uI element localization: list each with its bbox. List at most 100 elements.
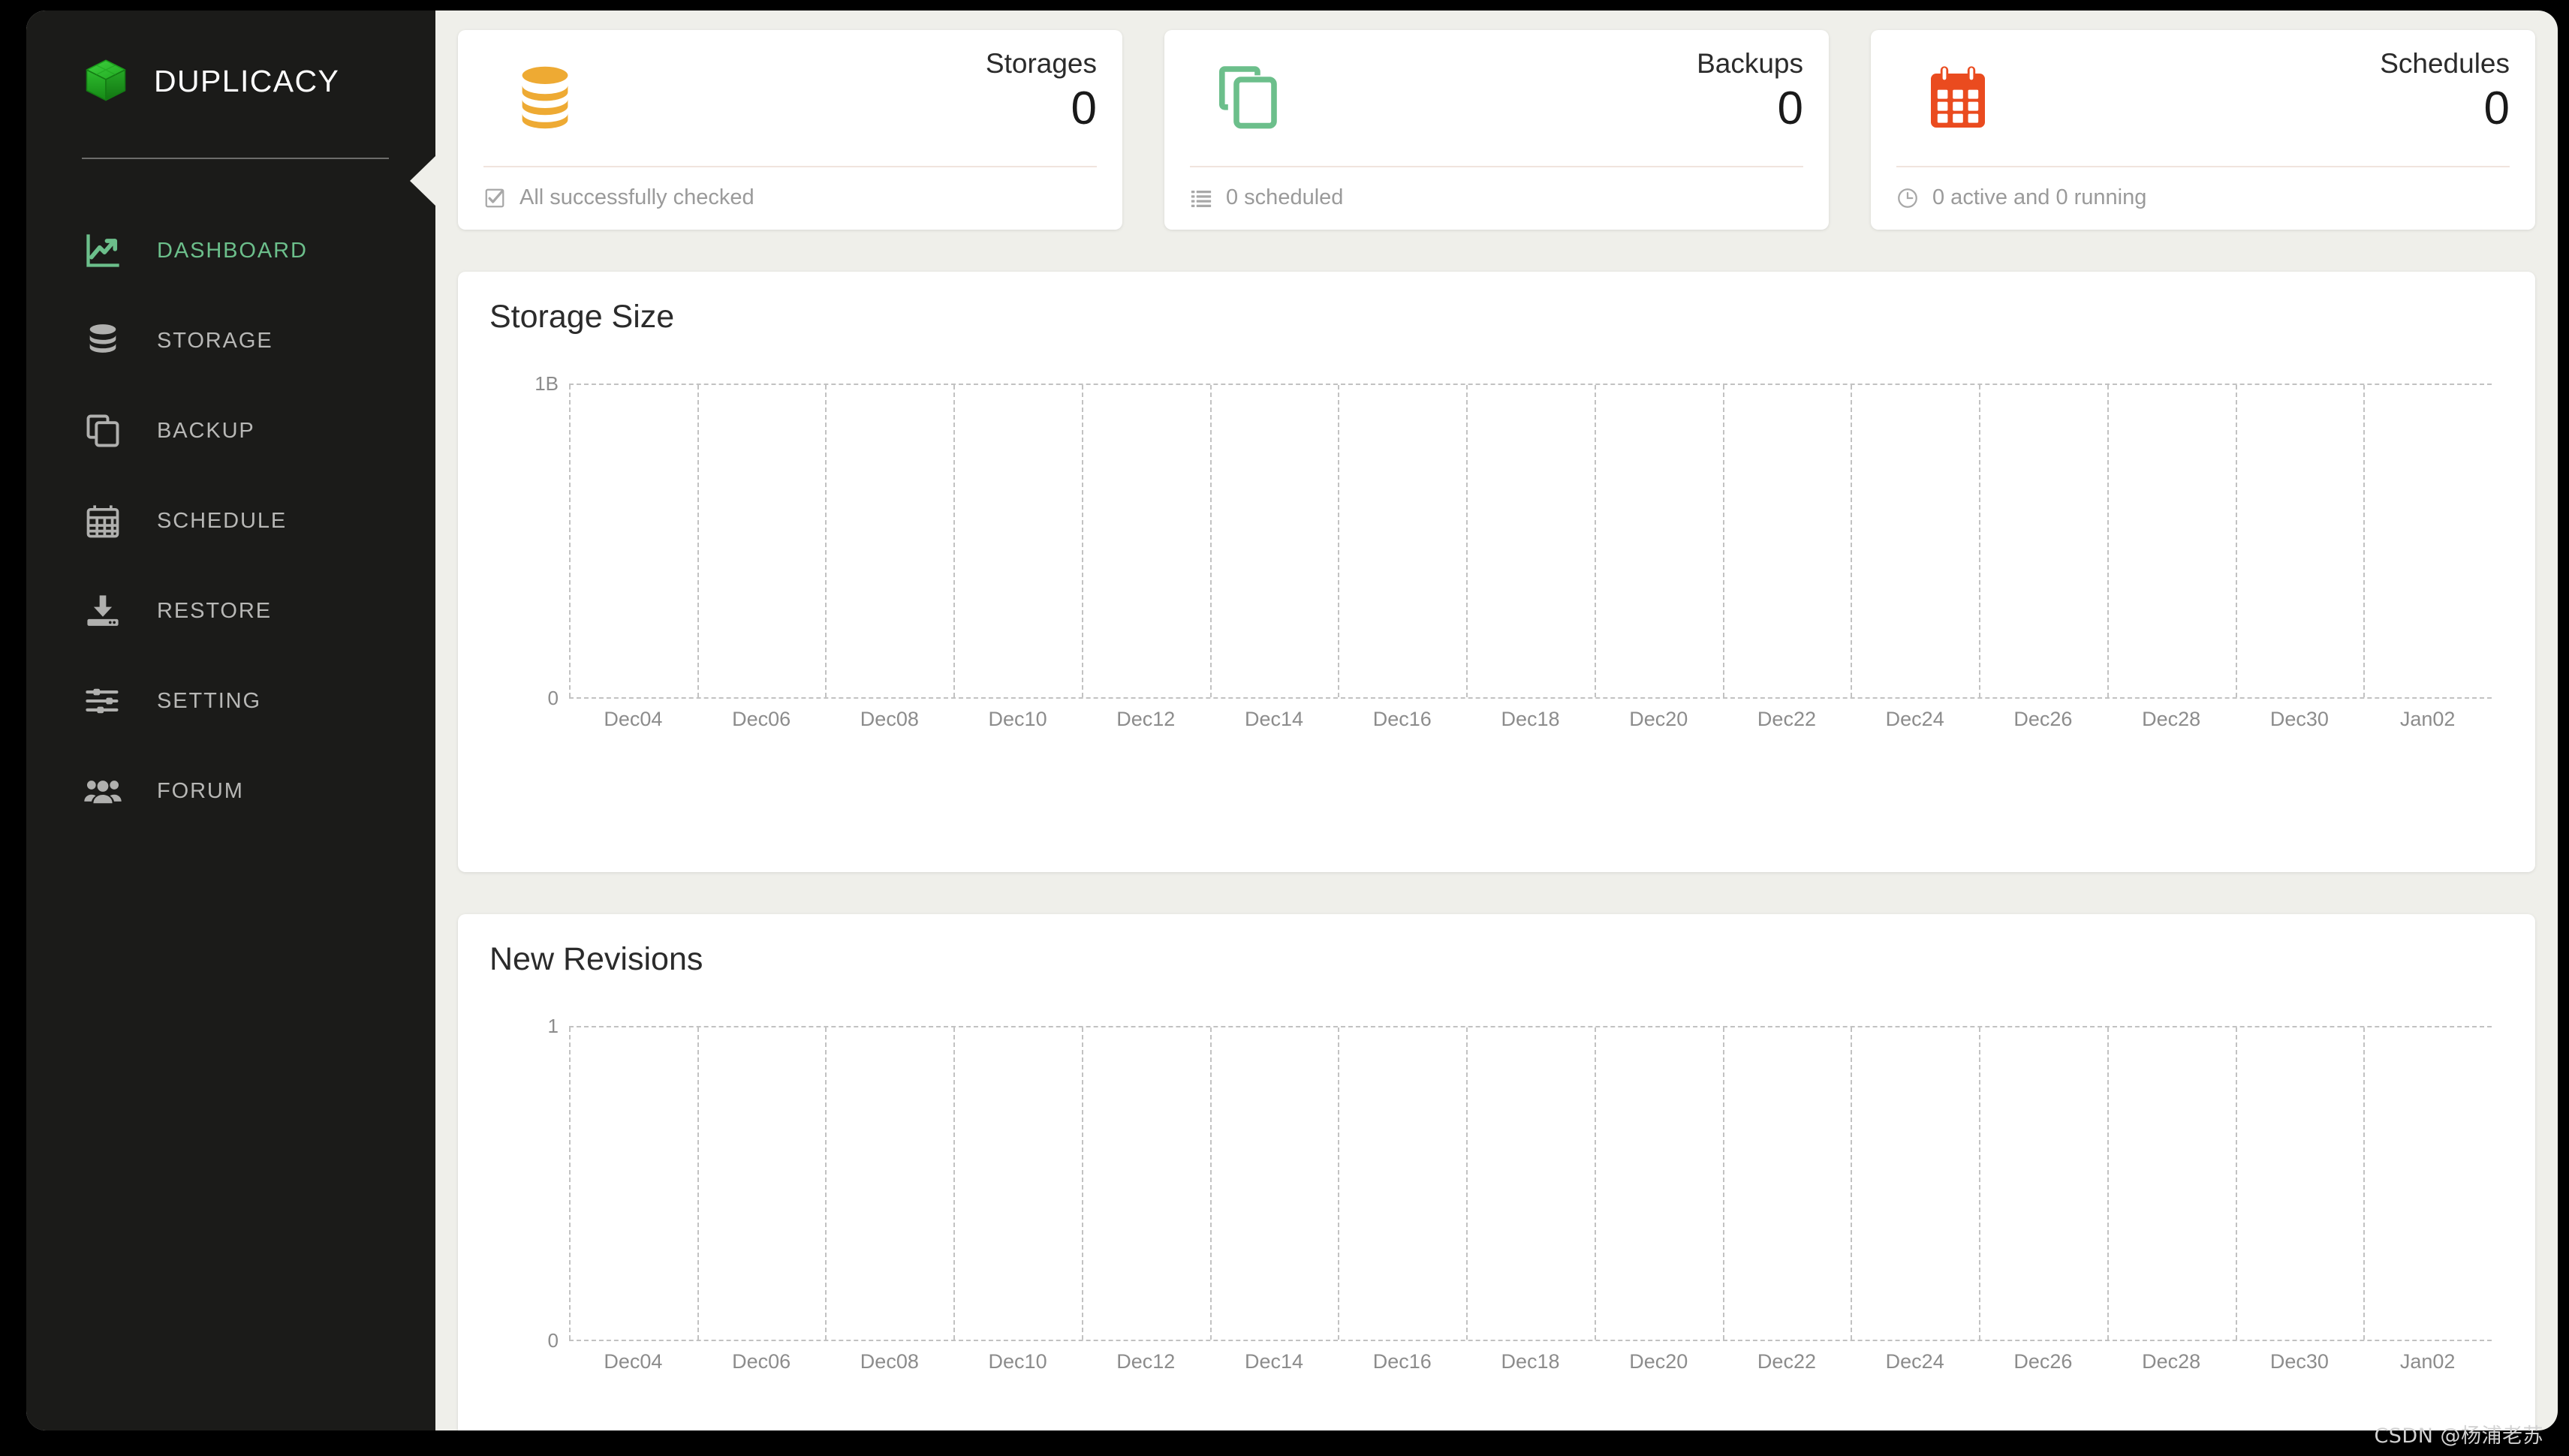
chart-gridline	[1979, 385, 1981, 697]
database-stack-icon	[509, 62, 581, 134]
sidebar-item-label: FORUM	[157, 778, 244, 803]
chart-gridline	[953, 385, 956, 697]
chart-gridline	[1466, 385, 1468, 697]
chart-gridline	[1081, 1027, 1083, 1340]
x-axis-tick: Dec30	[2269, 1350, 2329, 1373]
chart-gridline	[825, 385, 827, 697]
chart-gridline	[825, 1027, 827, 1340]
sidebar-nav: DASHBOARD STORAGE BACKUP SCHEDULE RESTOR…	[26, 206, 435, 836]
chart-gridline	[2363, 1027, 2366, 1340]
chart-gridline	[2107, 385, 2109, 697]
stat-cards-row: Storages 0 All successfully checked Back…	[458, 30, 2535, 230]
brand-title: DUPLICACY	[154, 63, 340, 98]
chart-gridline	[569, 1027, 571, 1340]
stat-card-value: 0	[2483, 82, 2510, 134]
chart-gridline	[1594, 1027, 1596, 1340]
chart-title: New Revisions	[489, 941, 703, 977]
green-cube-logo-icon	[80, 56, 131, 107]
sidebar-item-label: DASHBOARD	[157, 238, 308, 263]
watermark: CSDN @杨浦老苏	[2374, 1424, 2543, 1448]
x-axis-tick: Dec24	[1885, 708, 1944, 730]
x-axis-tick: Dec30	[2269, 708, 2329, 730]
stat-card-top: Storages 0	[483, 49, 1097, 163]
calendar-icon	[82, 500, 124, 542]
stat-card-value: 0	[1071, 82, 1097, 134]
x-axis-tick: Dec16	[1372, 1350, 1432, 1373]
x-axis-tick: Dec26	[2013, 1350, 2073, 1373]
sidebar: DUPLICACY DASHBOARD STORAGE BACKUP SCHED…	[26, 11, 435, 1430]
x-axis-tick: Dec22	[1757, 1350, 1816, 1373]
x-axis-tick: Jan02	[2399, 1350, 2456, 1373]
chart-gridline	[1209, 1027, 1212, 1340]
chart-gridline	[697, 1027, 699, 1340]
stat-card-top: Backups 0	[1190, 48, 1803, 163]
x-axis-tick: Dec12	[1116, 1350, 1176, 1373]
chart-gridline	[2235, 1027, 2237, 1340]
x-axis-tick: Dec04	[604, 1350, 663, 1373]
chart-gridline	[2363, 385, 2366, 697]
sidebar-item-dashboard[interactable]: DASHBOARD	[26, 206, 435, 296]
y-axis-tick: 0	[547, 687, 559, 709]
x-axis-tick: Dec22	[1757, 708, 1816, 730]
stat-card-text: Schedules 0	[2380, 49, 2510, 135]
stat-card-footer-text: 0 scheduled	[1226, 185, 1344, 209]
x-axis-tick: Dec18	[1501, 708, 1560, 730]
stat-card-title: Backups	[1697, 48, 1803, 79]
chart-line-up-icon	[82, 230, 124, 272]
x-axis-tick: Dec28	[2142, 708, 2201, 730]
y-axis-tick: 1B	[535, 372, 559, 395]
sidebar-item-schedule[interactable]: SCHEDULE	[26, 476, 435, 566]
stat-card-value: 0	[1777, 82, 1803, 134]
x-axis-tick: Dec04	[604, 708, 663, 730]
stat-card-footer-text: All successfully checked	[520, 185, 754, 209]
checkbox-checked-icon	[483, 187, 506, 209]
sidebar-item-label: SCHEDULE	[157, 508, 288, 533]
sidebar-item-label: SETTING	[157, 688, 261, 713]
download-tray-icon	[82, 590, 124, 632]
chart-gridline	[1594, 385, 1596, 697]
stat-card-storages[interactable]: Storages 0 All successfully checked	[458, 30, 1122, 230]
copy-files-icon	[82, 410, 124, 452]
x-axis-tick: Dec10	[988, 1350, 1047, 1373]
active-nav-indicator	[410, 156, 435, 206]
stat-card-schedules[interactable]: Schedules 0 0 active and 0 running	[1871, 30, 2535, 230]
chart-gridline	[1081, 385, 1083, 697]
x-axis-tick: Dec06	[732, 708, 791, 730]
chart-card-new-revisions: New Revisions 1 0 Dec04 Dec06 Dec08 Dec10 De…	[458, 914, 2535, 1430]
brand[interactable]: DUPLICACY	[26, 45, 435, 117]
stat-card-footer: All successfully checked	[483, 167, 1097, 210]
x-axis-tick: Dec20	[1629, 708, 1688, 730]
sidebar-item-storage[interactable]: STORAGE	[26, 296, 435, 386]
sidebar-item-label: STORAGE	[157, 328, 273, 353]
x-axis-tick: Dec10	[988, 708, 1047, 730]
chart-gridline	[1851, 385, 1853, 697]
sidebar-item-restore[interactable]: RESTORE	[26, 566, 435, 656]
chart-card-storage-size: Storage Size 1B 0 Dec04 Dec06 Dec08 Dec10 De…	[458, 272, 2535, 872]
sidebar-item-label: BACKUP	[157, 418, 255, 443]
chart-gridline	[1466, 1027, 1468, 1340]
sidebar-item-setting[interactable]: SETTING	[26, 656, 435, 746]
list-icon	[1190, 187, 1212, 209]
chart-grid: 1B 0 Dec04 Dec06 Dec08 Dec10 Dec12 Dec14 Dec16…	[535, 372, 2492, 730]
stat-card-top: Schedules 0	[1896, 49, 2510, 163]
x-axis-tick: Jan02	[2399, 708, 2456, 730]
chart-gridline	[1722, 1027, 1724, 1340]
chart-gridline	[1338, 1027, 1340, 1340]
chart-title: Storage Size	[489, 299, 675, 335]
x-axis-tick: Dec06	[732, 1350, 791, 1373]
chart-gridline	[1209, 385, 1212, 697]
y-axis-tick: 1	[547, 1015, 559, 1037]
stat-card-text: Backups 0	[1697, 48, 1803, 135]
app-window: DUPLICACY DASHBOARD STORAGE BACKUP SCHED…	[26, 11, 2558, 1430]
sidebar-item-forum[interactable]: FORUM	[26, 746, 435, 836]
chart-gridline	[1851, 1027, 1853, 1340]
sidebar-item-backup[interactable]: BACKUP	[26, 386, 435, 476]
x-axis-tick: Dec08	[860, 1350, 919, 1373]
chart-gridline	[1979, 1027, 1981, 1340]
x-axis-tick: Dec28	[2142, 1350, 2201, 1373]
stat-card-backups[interactable]: Backups 0 0 scheduled	[1164, 30, 1829, 230]
chart-gridline	[1338, 385, 1340, 697]
chart-gridline	[697, 385, 699, 697]
x-axis-tick: Dec24	[1885, 1350, 1944, 1373]
stat-card-footer: 0 scheduled	[1190, 167, 1803, 210]
